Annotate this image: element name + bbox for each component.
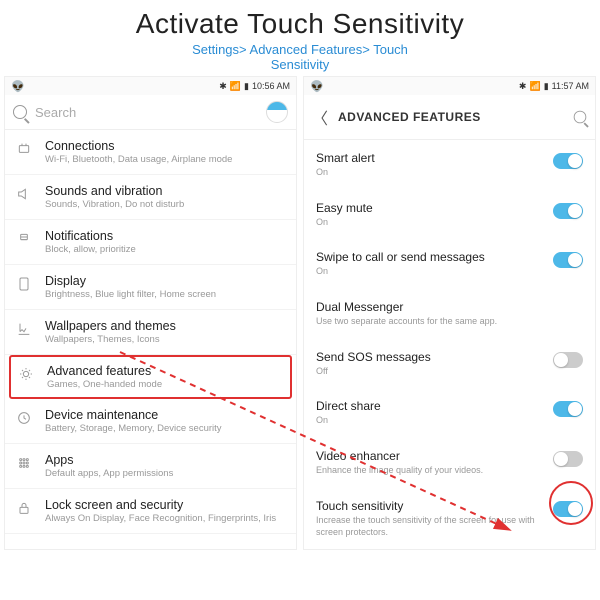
status-bar: 👽 ✱ 📶 ▮ 11:57 AM — [304, 77, 595, 95]
search-placeholder: Search — [35, 105, 258, 120]
screen-header: 〈 ADVANCED FEATURES — [304, 95, 595, 140]
maintenance-icon — [15, 409, 33, 427]
settings-item-apps[interactable]: Apps Default apps, App permissions — [5, 444, 296, 489]
signal-icon: ▮ — [244, 81, 249, 92]
item-title: Lock screen and security — [45, 498, 286, 512]
feature-title: Easy mute — [316, 201, 543, 215]
connections-icon — [15, 140, 33, 158]
signal-icon: ▮ — [544, 81, 549, 92]
feature-title: Video enhancer — [316, 449, 543, 463]
bluetooth-icon: ✱ — [519, 81, 527, 92]
feature-item[interactable]: Easy mute On — [304, 190, 595, 240]
settings-item-connections[interactable]: Connections Wi-Fi, Bluetooth, Data usage… — [5, 130, 296, 175]
item-title: Wallpapers and themes — [45, 319, 286, 333]
feature-subtitle: Use two separate accounts for the same a… — [316, 316, 583, 328]
search-icon[interactable] — [574, 111, 587, 124]
settings-list: Connections Wi-Fi, Bluetooth, Data usage… — [5, 130, 296, 534]
settings-item-advanced[interactable]: Advanced features Games, One-handed mode — [9, 355, 292, 399]
bluetooth-icon: ✱ — [219, 81, 227, 92]
toggle-switch[interactable] — [553, 352, 583, 368]
item-title: Device maintenance — [45, 408, 286, 422]
display-icon — [15, 275, 33, 293]
status-time: 11:57 AM — [552, 81, 589, 91]
item-title: Sounds and vibration — [45, 184, 286, 198]
toggle-switch[interactable] — [553, 153, 583, 169]
feature-subtitle: On — [316, 266, 543, 278]
item-subtitle: Battery, Storage, Memory, Device securit… — [45, 423, 286, 434]
tutorial-title: Activate Touch Sensitivity — [0, 8, 600, 40]
search-icon — [13, 105, 27, 119]
item-title: Connections — [45, 139, 286, 153]
feature-title: Swipe to call or send messages — [316, 250, 543, 264]
feature-title: Direct share — [316, 399, 543, 413]
item-title: Advanced features — [47, 364, 284, 378]
settings-item-display[interactable]: Display Brightness, Blue light filter, H… — [5, 265, 296, 310]
feature-subtitle: On — [316, 167, 543, 179]
item-subtitle: Games, One-handed mode — [47, 379, 284, 390]
feature-subtitle: On — [316, 217, 543, 229]
item-subtitle: Sounds, Vibration, Do not disturb — [45, 199, 286, 210]
feature-title: Dual Messenger — [316, 300, 583, 314]
settings-item-notifications[interactable]: Notifications Block, allow, prioritize — [5, 220, 296, 265]
apps-icon — [15, 454, 33, 472]
feature-subtitle: Enhance the image quality of your videos… — [316, 465, 543, 477]
toggle-switch[interactable] — [553, 203, 583, 219]
item-title: Notifications — [45, 229, 286, 243]
feature-subtitle: On — [316, 415, 543, 427]
item-subtitle: Block, allow, prioritize — [45, 244, 286, 255]
settings-item-sound[interactable]: Sounds and vibration Sounds, Vibration, … — [5, 175, 296, 220]
feature-item[interactable]: Send SOS messages Off — [304, 339, 595, 389]
avatar[interactable] — [266, 101, 288, 123]
settings-item-maintenance[interactable]: Device maintenance Battery, Storage, Mem… — [5, 399, 296, 444]
feature-subtitle: Increase the touch sensitivity of the sc… — [316, 515, 543, 538]
settings-item-wallpaper[interactable]: Wallpapers and themes Wallpapers, Themes… — [5, 310, 296, 355]
item-subtitle: Default apps, App permissions — [45, 468, 286, 479]
feature-title: Touch sensitivity — [316, 499, 543, 513]
item-subtitle: Wallpapers, Themes, Icons — [45, 334, 286, 345]
toggle-switch[interactable] — [553, 451, 583, 467]
settings-screen: 👽 ✱ 📶 ▮ 10:56 AM Search Connections Wi-F… — [4, 76, 297, 550]
item-subtitle: Always On Display, Face Recognition, Fin… — [45, 513, 286, 524]
wallpaper-icon — [15, 320, 33, 338]
tutorial-header: Activate Touch Sensitivity Settings> Adv… — [0, 0, 600, 76]
feature-item[interactable]: Touch sensitivity Increase the touch sen… — [304, 488, 595, 549]
item-title: Display — [45, 274, 286, 288]
toggle-switch[interactable] — [553, 501, 583, 517]
sound-icon — [15, 185, 33, 203]
feature-subtitle: Off — [316, 366, 543, 378]
status-bar: 👽 ✱ 📶 ▮ 10:56 AM — [5, 77, 296, 95]
features-list: Smart alert On Easy mute On Swipe to cal… — [304, 140, 595, 549]
toggle-switch[interactable] — [553, 252, 583, 268]
reddit-icon: 👽 — [11, 80, 25, 93]
search-bar[interactable]: Search — [5, 95, 296, 130]
notifications-icon — [15, 230, 33, 248]
feature-title: Send SOS messages — [316, 350, 543, 364]
toggle-switch[interactable] — [553, 401, 583, 417]
feature-item[interactable]: Swipe to call or send messages On — [304, 239, 595, 289]
lock-icon — [15, 499, 33, 517]
settings-item-lock[interactable]: Lock screen and security Always On Displ… — [5, 489, 296, 534]
item-title: Apps — [45, 453, 286, 467]
feature-title: Smart alert — [316, 151, 543, 165]
feature-item[interactable]: Direct share On — [304, 388, 595, 438]
back-icon[interactable]: 〈 — [312, 105, 328, 129]
feature-item[interactable]: Dual Messenger Use two separate accounts… — [304, 289, 595, 339]
feature-item[interactable]: Video enhancer Enhance the image quality… — [304, 438, 595, 488]
item-subtitle: Wi-Fi, Bluetooth, Data usage, Airplane m… — [45, 154, 286, 165]
advanced-features-screen: 👽 ✱ 📶 ▮ 11:57 AM 〈 ADVANCED FEATURES Sma… — [303, 76, 596, 550]
reddit-icon: 👽 — [310, 80, 324, 93]
advanced-icon — [17, 365, 35, 383]
status-time: 10:56 AM — [252, 81, 290, 91]
feature-item[interactable]: Smart alert On — [304, 140, 595, 190]
screen-title: ADVANCED FEATURES — [338, 110, 563, 124]
item-subtitle: Brightness, Blue light filter, Home scre… — [45, 289, 286, 300]
wifi-icon: 📶 — [230, 81, 241, 92]
breadcrumb: Settings> Advanced Features> Touch Sensi… — [0, 42, 600, 72]
wifi-icon: 📶 — [529, 81, 540, 92]
